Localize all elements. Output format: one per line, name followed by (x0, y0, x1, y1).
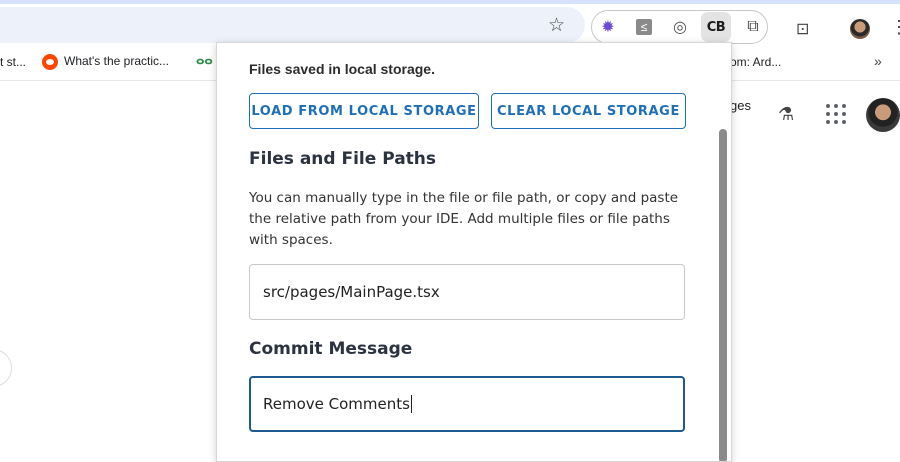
browser-toolbar: ☆ ✹ ≤ ◎ CB ⧉ ⊡ ⋮ (0, 0, 900, 48)
bookmark-item[interactable]: t st... (0, 55, 26, 69)
extensions-group: ✹ ≤ ◎ CB ⧉ (591, 10, 768, 44)
bookmarks-overflow-icon[interactable]: » (874, 53, 882, 69)
bookmark-label: t st... (0, 55, 27, 69)
clear-local-storage-button[interactable]: CLEAR LOCAL STORAGE (491, 93, 686, 129)
extension-popup: Files saved in local storage. LOAD FROM … (216, 42, 732, 462)
bookmark-item-reddit[interactable]: What's the practic... (42, 54, 169, 70)
commit-message-input[interactable]: Remove Comments (249, 376, 685, 432)
file-path-input[interactable]: src/pages/MainPage.tsx (249, 264, 685, 320)
bookmark-label: What's the practic... (64, 54, 169, 69)
tab-search-icon[interactable]: ⊡ (796, 19, 809, 39)
eye-extension-icon[interactable]: ◎ (669, 16, 691, 38)
bookmark-item[interactable]: om: Ard... (730, 55, 781, 69)
file-path-value: src/pages/MainPage.tsx (263, 283, 440, 301)
apps-grid-icon[interactable] (826, 104, 846, 124)
load-from-local-storage-button[interactable]: LOAD FROM LOCAL STORAGE (249, 93, 479, 129)
gfg-bookmark-icon[interactable]: ⴰⴰ (196, 52, 213, 68)
text-caret (410, 395, 412, 413)
labs-flask-icon[interactable]: ⚗ (778, 104, 794, 125)
bookmark-label: om: Ard... (730, 55, 782, 69)
commit-message-value: Remove Comments (263, 395, 410, 413)
account-avatar[interactable] (866, 98, 900, 132)
address-bar[interactable] (0, 7, 585, 43)
profile-avatar[interactable] (850, 19, 870, 39)
files-heading: Files and File Paths (249, 149, 437, 169)
commit-heading: Commit Message (249, 339, 413, 359)
gear-extension-icon[interactable]: ✹ (597, 16, 619, 38)
files-description: You can manually type in the file or fil… (249, 190, 679, 248)
reddit-icon (42, 54, 58, 70)
bookmark-star-icon[interactable]: ☆ (548, 16, 565, 36)
cb-extension-icon[interactable]: CB (701, 12, 731, 42)
puzzle-icon[interactable]: ⧉ (742, 16, 764, 38)
s-extension-icon[interactable]: ≤ (633, 16, 655, 38)
page-round-button[interactable] (0, 349, 12, 387)
page-partial-text: ges (730, 98, 751, 113)
menu-kebab-icon[interactable]: ⋮ (890, 17, 900, 38)
popup-scrollbar[interactable] (719, 129, 727, 461)
saved-status-text: Files saved in local storage. (249, 61, 435, 77)
